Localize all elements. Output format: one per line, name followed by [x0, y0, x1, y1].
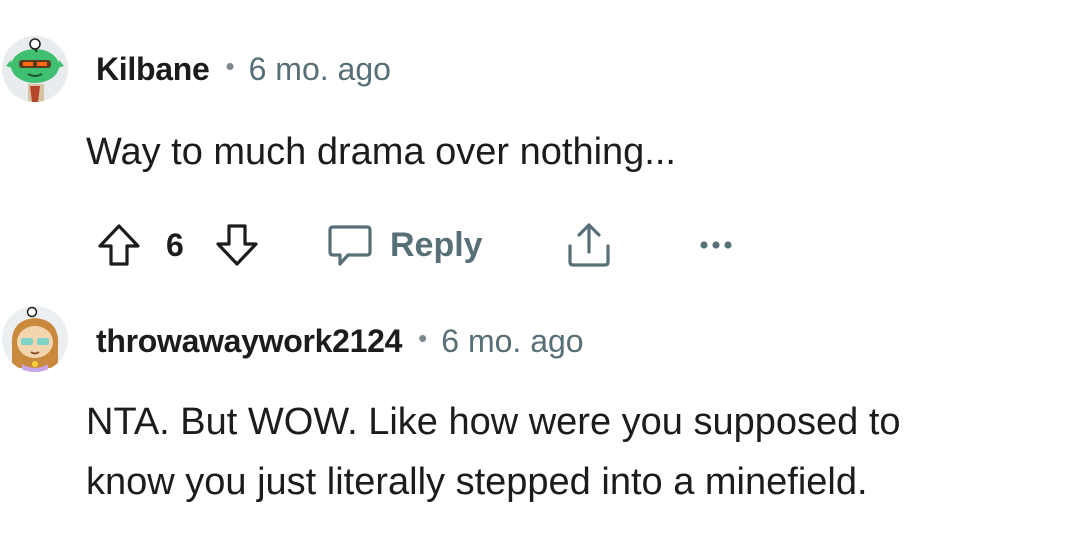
- comment-throwawaywork2124: throwawaywork2124 • 6 mo. ago NTA. But W…: [0, 290, 1080, 544]
- comment-meta: Kilbane • 6 mo. ago: [96, 46, 391, 92]
- speech-bubble-icon: [328, 225, 372, 266]
- username[interactable]: Kilbane: [96, 51, 210, 88]
- comment-meta: throwawaywork2124 • 6 mo. ago: [96, 318, 584, 364]
- downvote-arrow-icon: [216, 224, 258, 266]
- share-upload-icon: [568, 223, 610, 267]
- username[interactable]: throwawaywork2124: [96, 323, 402, 360]
- comment-age[interactable]: 6 mo. ago: [441, 323, 583, 360]
- user-avatar[interactable]: [2, 306, 68, 372]
- reply-button[interactable]: Reply: [326, 220, 483, 270]
- snoo-avatar-teal-hair-icon: [2, 306, 68, 372]
- comment-kilbane: Kilbane • 6 mo. ago Way to much drama ov…: [0, 0, 1080, 290]
- comment-actions: 6 Reply: [0, 218, 1080, 268]
- upvote-button[interactable]: [96, 222, 142, 268]
- user-avatar[interactable]: [2, 36, 68, 102]
- meta-separator: •: [418, 322, 428, 353]
- snoo-avatar-green-icon: [2, 36, 68, 102]
- comment-body-line: NTA. But WOW. Like how were you supposed…: [86, 401, 901, 443]
- comment-body: NTA. But WOW. Like how were you supposed…: [86, 392, 1046, 512]
- comment-body: Way to much drama over nothing...: [86, 122, 1046, 182]
- comment-age[interactable]: 6 mo. ago: [249, 51, 391, 88]
- comment-body-line: know you just literally stepped into a m…: [86, 461, 868, 503]
- share-button[interactable]: [564, 220, 614, 270]
- reply-label: Reply: [390, 225, 483, 264]
- more-dots-icon: [700, 241, 732, 249]
- comment-body-line: Way to much drama over nothing...: [86, 131, 676, 173]
- meta-separator: •: [225, 50, 235, 81]
- more-options-button[interactable]: [694, 222, 738, 268]
- downvote-button[interactable]: [214, 222, 260, 268]
- upvote-arrow-icon: [98, 224, 140, 266]
- vote-score: 6: [166, 226, 184, 263]
